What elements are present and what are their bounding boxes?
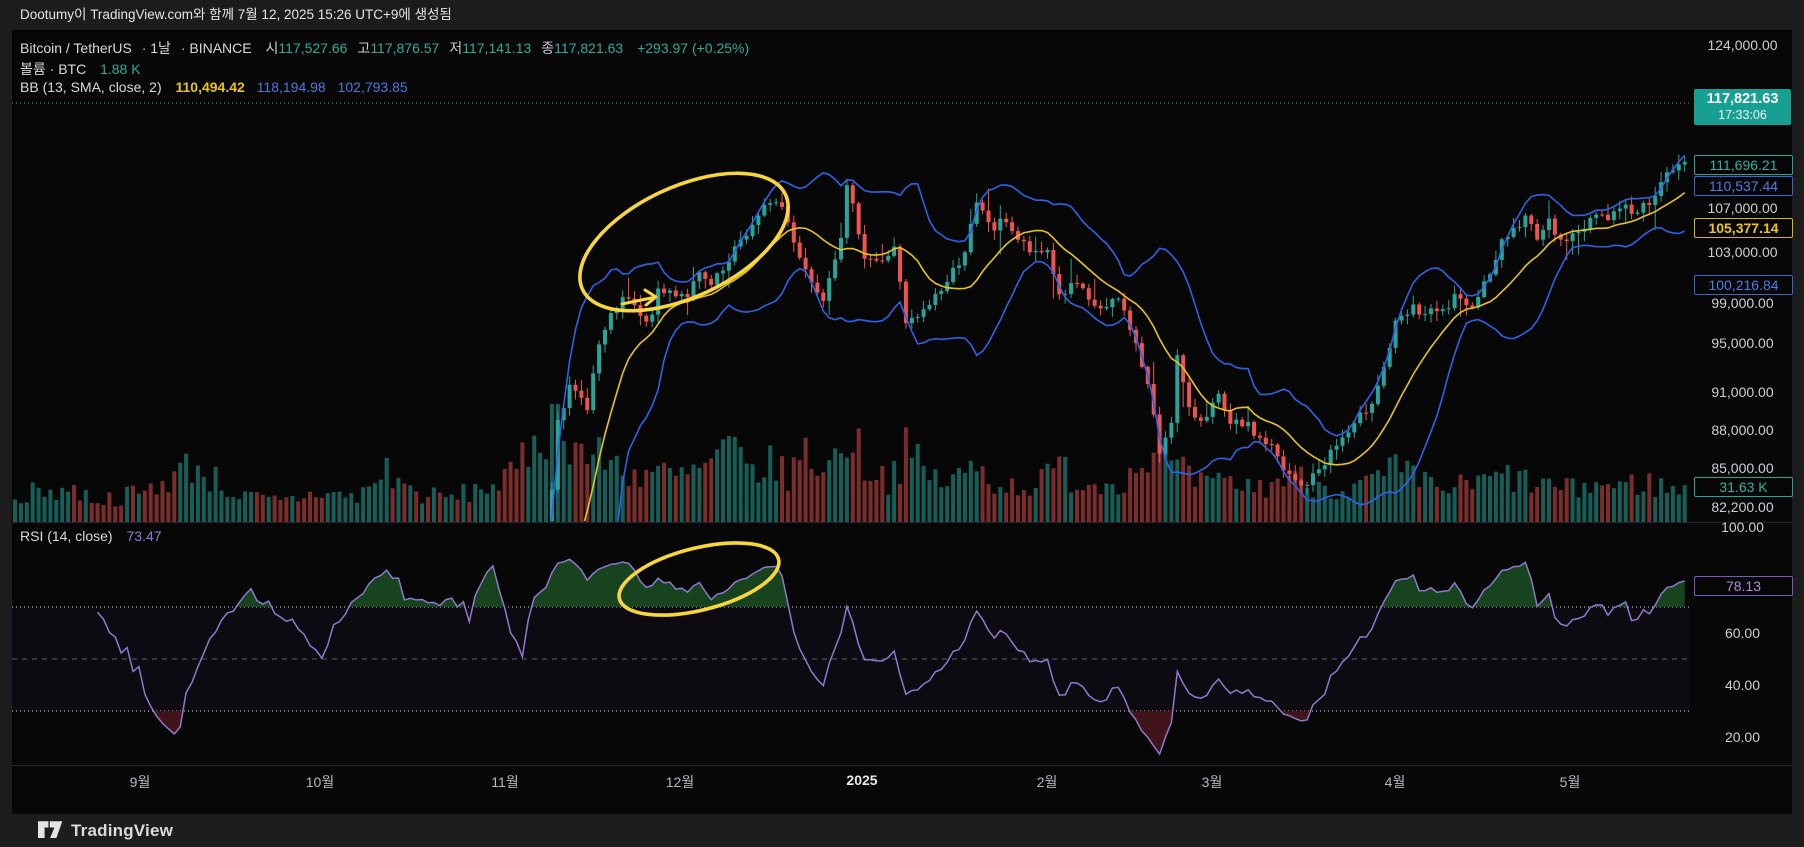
- ohlc-prefix: 시: [265, 40, 279, 56]
- price-axis-label: 20.00: [1724, 729, 1761, 745]
- axis-value-badge: 110,537.44: [1694, 176, 1793, 196]
- last-price-badge: 117,821.63 17:33:06: [1694, 89, 1791, 125]
- bb-lower-value: 102,793.85: [337, 79, 408, 95]
- ohlc-prefix: 저: [449, 40, 463, 56]
- exchange-label: BINANCE: [189, 40, 252, 56]
- legend-separator: ·: [141, 40, 147, 56]
- time-axis-label: 3월: [1201, 774, 1223, 790]
- pane-separator-time-axis: [12, 765, 1792, 766]
- bar-countdown: 17:33:06: [1718, 108, 1767, 122]
- bb-upper-value: 118,194.98: [256, 79, 326, 95]
- time-axis-label: 4월: [1384, 774, 1406, 790]
- ohlc-value: 117,821.63: [554, 40, 624, 56]
- price-axis-label: 107,000.00: [1707, 200, 1778, 216]
- time-axis-label: 5월: [1559, 774, 1581, 790]
- price-axis-label: 60.00: [1724, 625, 1761, 641]
- axis-value-badge: 111,696.21: [1694, 155, 1793, 175]
- ohlc-prefix: 종: [541, 40, 555, 56]
- ohlc-values: 시117,527.66 고117,876.57 저117,141.13 종117,82…: [256, 40, 624, 56]
- rsi-legend-row[interactable]: RSI (14, close) 73.47: [20, 528, 162, 544]
- change-value: +293.97 (+0.25%): [637, 40, 750, 56]
- axis-value-badge: 100,216.84: [1694, 275, 1793, 295]
- axis-value-badge: 31.63 K: [1694, 477, 1793, 497]
- interval-label: 1날: [150, 40, 171, 56]
- price-axis-label: 40.00: [1724, 677, 1761, 693]
- price-axis-label: 88,000.00: [1711, 422, 1774, 438]
- time-axis-label: 12월: [665, 774, 695, 790]
- ohlc-value: 117,876.57: [370, 40, 440, 56]
- bb-legend-row[interactable]: BB (13, SMA, close, 2) 110,494.42 118,19…: [20, 79, 408, 95]
- time-axis-label: 2025: [846, 772, 878, 788]
- price-axis-label: 95,000.00: [1711, 335, 1774, 351]
- symbol-legend-row[interactable]: Bitcoin / TetherUS · 1날 · BINANCE 시117,5…: [20, 38, 749, 58]
- pane-separator-main-rsi[interactable]: [12, 522, 1792, 523]
- time-axis-label: 11월: [491, 774, 519, 790]
- symbol-title: Bitcoin / TetherUS: [20, 40, 132, 56]
- price-axis-label: 99,000.00: [1711, 295, 1774, 311]
- rsi-label: RSI (14, close): [20, 528, 113, 544]
- price-axis-label: 100.00: [1721, 519, 1764, 535]
- legend-separator2: ·: [180, 40, 186, 56]
- price-axis-label: 85,000.00: [1711, 460, 1774, 476]
- time-axis-label: 9월: [129, 774, 151, 790]
- ohlc-value: 117,141.13: [462, 40, 532, 56]
- rsi-value: 73.47: [126, 528, 162, 544]
- tradingview-logo-icon[interactable]: [38, 820, 63, 841]
- time-axis-label: 10월: [305, 774, 335, 790]
- price-axis-label: 91,000.00: [1711, 384, 1774, 400]
- axis-value-badge: 105,377.14: [1694, 218, 1793, 238]
- right-gutter: [1792, 30, 1804, 814]
- price-axis-label: 103,000.00: [1707, 244, 1778, 260]
- price-axis-label: 82,200.00: [1711, 499, 1774, 515]
- ohlc-value: 117,527.66: [278, 40, 348, 56]
- volume-label: 볼륨 · BTC: [20, 61, 87, 77]
- bb-basis-value: 110,494.42: [175, 79, 245, 95]
- bb-label: BB (13, SMA, close, 2): [20, 79, 162, 95]
- last-price: 117,821.63: [1706, 91, 1779, 107]
- attribution-bar: Dootumy이 TradingView.com와 함께 7월 12, 2025…: [0, 0, 1804, 30]
- attribution-text: Dootumy이 TradingView.com와 함께 7월 12, 2025…: [20, 7, 452, 22]
- chart-canvas[interactable]: [0, 30, 1804, 814]
- volume-value: 1.88 K: [100, 61, 141, 77]
- footer-brand[interactable]: TradingView: [71, 821, 173, 841]
- volume-legend-row[interactable]: 볼륨 · BTC 1.88 K: [20, 59, 141, 79]
- price-axis-label: 124,000.00: [1707, 37, 1778, 53]
- axis-value-badge: 78.13: [1694, 576, 1793, 596]
- footer-bar: TradingView: [0, 814, 1804, 847]
- left-gutter: [0, 30, 12, 814]
- ohlc-prefix: 고: [357, 40, 371, 56]
- time-axis-label: 2월: [1036, 774, 1058, 790]
